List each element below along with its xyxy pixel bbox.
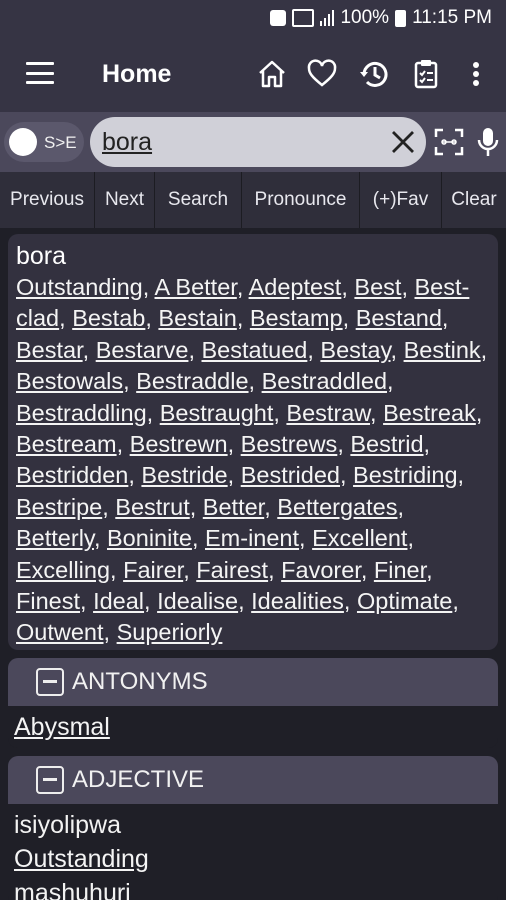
synonym-link[interactable]: Bestride bbox=[141, 462, 227, 488]
synonym-link[interactable]: Bestrided bbox=[241, 462, 340, 488]
synonym-link[interactable]: Bestrut bbox=[115, 494, 189, 520]
synonym-link[interactable]: Bestand bbox=[356, 305, 442, 331]
call-icon bbox=[270, 10, 287, 26]
synonym-link[interactable]: Bestrews bbox=[241, 431, 338, 457]
antonym-list: Abysmal bbox=[8, 706, 498, 748]
synonym-link[interactable]: A Better bbox=[155, 274, 237, 300]
synonym-link[interactable]: Best bbox=[354, 274, 401, 300]
synonym-link[interactable]: Idealities bbox=[251, 588, 344, 614]
synonym-link[interactable]: Betterly bbox=[16, 525, 94, 551]
next-button[interactable]: Next bbox=[95, 172, 155, 228]
pronounce-button[interactable]: Pronounce bbox=[242, 172, 360, 228]
synonym-link[interactable]: Bestay bbox=[320, 337, 390, 363]
synonym-link[interactable]: Bestrewn bbox=[130, 431, 228, 457]
synonym-link[interactable]: Finest bbox=[16, 588, 80, 614]
antonym-link[interactable]: Abysmal bbox=[14, 713, 110, 741]
synonym-link[interactable]: Bestraddling bbox=[16, 400, 147, 426]
search-row: S>E bbox=[0, 112, 506, 172]
clock: 11:15 PM bbox=[412, 7, 492, 28]
signal-icon bbox=[320, 10, 335, 26]
synonym-link[interactable]: Outstanding bbox=[16, 274, 143, 300]
wifi-icon bbox=[292, 9, 315, 27]
synonym-link[interactable]: Bestream bbox=[16, 431, 117, 457]
previous-button[interactable]: Previous bbox=[0, 172, 95, 228]
adjective-section: ADJECTIVE isiyolipwa Outstanding mashuhuri bbox=[8, 756, 498, 900]
scan-icon[interactable] bbox=[434, 128, 464, 156]
more-vert-icon[interactable] bbox=[460, 58, 492, 90]
synonym-link[interactable]: Bestridden bbox=[16, 462, 128, 488]
synonym-link[interactable]: Bestraw bbox=[286, 400, 370, 426]
synonym-link[interactable]: Better bbox=[203, 494, 264, 520]
synonym-link[interactable]: Bestraddled bbox=[262, 368, 387, 394]
antonyms-section: ANTONYMS Abysmal bbox=[8, 658, 498, 748]
synonym-link[interactable]: Bestarve bbox=[96, 337, 189, 363]
adjective-list: isiyolipwa Outstanding mashuhuri bbox=[8, 804, 498, 900]
synonym-link[interactable]: Bestamp bbox=[250, 305, 343, 331]
synonym-link[interactable]: Bestripe bbox=[16, 494, 102, 520]
search-field bbox=[90, 117, 426, 167]
synonym-link[interactable]: Ideal bbox=[93, 588, 144, 614]
synonym-link[interactable]: Em-inent bbox=[205, 525, 299, 551]
synonym-link[interactable]: Excellent bbox=[312, 525, 407, 551]
clipboard-icon[interactable] bbox=[410, 58, 442, 90]
menu-icon[interactable] bbox=[26, 62, 54, 84]
app-bar: Home bbox=[0, 36, 506, 112]
action-bar: Previous Next Search Pronounce (+)Fav Cl… bbox=[0, 172, 506, 228]
synonym-link[interactable]: Bestink bbox=[404, 337, 481, 363]
antonyms-header[interactable]: ANTONYMS bbox=[8, 658, 498, 706]
language-toggle[interactable]: S>E bbox=[4, 122, 84, 162]
battery-percent: 100% bbox=[340, 7, 390, 28]
collapse-icon[interactable] bbox=[36, 668, 64, 696]
result-word: bora bbox=[16, 242, 67, 270]
synonym-link[interactable]: Bestreak bbox=[383, 400, 476, 426]
synonym-link[interactable]: Bestraddle bbox=[136, 368, 248, 394]
toggle-knob bbox=[9, 128, 37, 156]
synonym-link[interactable]: Bestatued bbox=[202, 337, 308, 363]
synonym-link[interactable]: Bestriding bbox=[353, 462, 458, 488]
history-icon[interactable] bbox=[358, 58, 390, 90]
synonym-link[interactable]: Optimate bbox=[357, 588, 452, 614]
toggle-label: S>E bbox=[44, 133, 77, 152]
heart-icon[interactable] bbox=[306, 58, 338, 90]
synonym-list: Outstanding, A Better, Adeptest, Best, B… bbox=[16, 274, 488, 646]
synonym-link[interactable]: Adeptest bbox=[249, 274, 342, 300]
close-icon[interactable] bbox=[390, 129, 416, 155]
clear-button[interactable]: Clear bbox=[442, 172, 506, 228]
synonym-link[interactable]: Boninite bbox=[107, 525, 192, 551]
synonym-link[interactable]: Idealise bbox=[157, 588, 238, 614]
synonym-link[interactable]: Bettergates bbox=[277, 494, 397, 520]
synonym-link[interactable]: Favorer bbox=[281, 557, 361, 583]
result-card: bora Outstanding, A Better, Adeptest, Be… bbox=[8, 234, 498, 650]
adjective-heading: ADJECTIVE bbox=[72, 766, 205, 793]
synonym-link[interactable]: Bestain bbox=[158, 305, 236, 331]
mic-icon[interactable] bbox=[476, 126, 500, 158]
synonym-link[interactable]: Bestrid bbox=[350, 431, 423, 457]
synonym-link[interactable]: Fairer bbox=[123, 557, 183, 583]
search-input[interactable] bbox=[102, 125, 382, 159]
synonym-link[interactable]: Superiorly bbox=[117, 619, 223, 645]
synonym-link[interactable]: Excelling bbox=[16, 557, 110, 583]
adjective-header[interactable]: ADJECTIVE bbox=[8, 756, 498, 804]
synonym-link[interactable]: Bestar bbox=[16, 337, 83, 363]
collapse-icon[interactable] bbox=[36, 766, 64, 794]
synonym-link[interactable]: Outwent bbox=[16, 619, 104, 645]
battery-icon bbox=[395, 9, 407, 27]
synonym-link[interactable]: Fairest bbox=[196, 557, 268, 583]
synonym-link[interactable]: Bestowals bbox=[16, 368, 123, 394]
synonym-link[interactable]: Finer bbox=[374, 557, 426, 583]
add-favorite-button[interactable]: (+)Fav bbox=[360, 172, 442, 228]
home-icon[interactable] bbox=[256, 58, 288, 90]
antonyms-heading: ANTONYMS bbox=[72, 668, 208, 695]
search-button[interactable]: Search bbox=[155, 172, 242, 228]
adjective-text: isiyolipwa bbox=[14, 811, 121, 839]
synonym-link[interactable]: Bestraught bbox=[160, 400, 274, 426]
adjective-text: mashuhuri bbox=[14, 879, 131, 900]
page-title: Home bbox=[102, 60, 172, 88]
synonym-link[interactable]: Bestab bbox=[72, 305, 145, 331]
adjective-link[interactable]: Outstanding bbox=[14, 842, 492, 876]
status-bar: 100% 11:15 PM bbox=[0, 0, 506, 36]
